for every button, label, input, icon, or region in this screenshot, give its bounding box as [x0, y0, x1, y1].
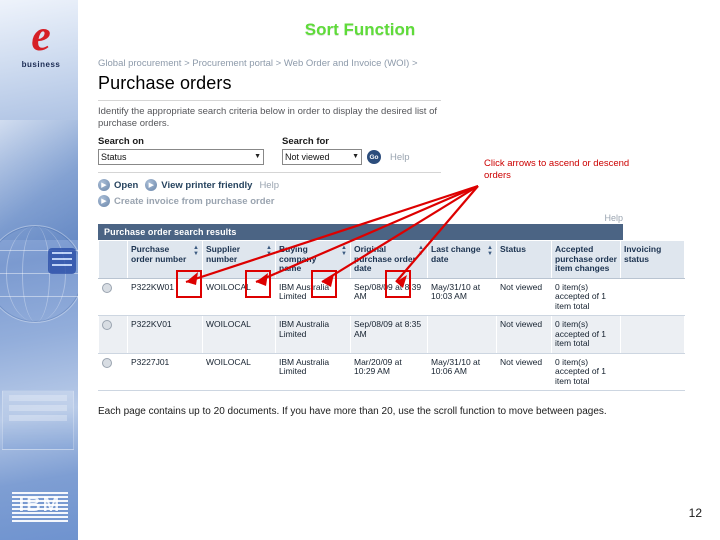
search-for-label: Search for [282, 136, 329, 147]
column-label: Status [500, 244, 526, 254]
open-action-label: Open [114, 179, 139, 191]
sort-arrows-original-date[interactable]: ▲ ▼ [418, 245, 424, 274]
search-for-select[interactable]: Not viewed ▼ [282, 149, 362, 165]
e-business-sublabel: business [21, 60, 61, 69]
intro-text: Identify the appropriate search criteria… [98, 106, 438, 129]
sort-descend-icon[interactable]: ▼ [341, 251, 347, 257]
sort-arrows-buying-company[interactable]: ▲ ▼ [341, 245, 347, 274]
search-on-select[interactable]: Status ▼ [98, 149, 264, 165]
search-for-group: Search for Not viewed ▼ Go Help [282, 136, 410, 165]
open-action[interactable]: ▶ Open [98, 179, 138, 191]
breadcrumb[interactable]: Global procurement > Procurement portal … [98, 58, 428, 69]
sort-arrows-last-change-date[interactable]: ▲ ▼ [487, 245, 493, 264]
cell-invoicing-status [620, 315, 685, 354]
create-invoice-action[interactable]: ▶ Create invoice from purchase order [98, 195, 275, 207]
table-row: P322KV01 WOILOCAL IBM Australia Limited … [98, 315, 685, 354]
search-for-value: Not viewed [285, 152, 330, 162]
cell-last-change-date: May/31/10 at 10:03 AM [427, 277, 497, 316]
column-header-accepted-changes: Accepted purchase order item changes [551, 240, 621, 279]
cell-status: Not viewed [496, 352, 552, 391]
sort-descend-icon[interactable]: ▼ [266, 251, 272, 257]
divider [98, 100, 441, 101]
cell-original-date: Sep/08/09 at 8:35 AM [350, 315, 428, 354]
sort-highlight-supplier-number [245, 270, 271, 298]
cell-invoicing-status [620, 352, 685, 391]
cell-last-change-date: May/31/10 at 10:06 AM [427, 352, 497, 391]
results-table-caption: Purchase order search results [98, 224, 623, 240]
secondary-action-bar: ▶ Create invoice from purchase order [98, 195, 638, 207]
cell-buying-company: IBM Australia Limited [275, 352, 351, 391]
cell-original-date: Mar/20/09 at 10:29 AM [350, 352, 428, 391]
cell-accepted-changes: 0 item(s) accepted of 1 item total [551, 352, 621, 391]
results-help-link[interactable]: Help [98, 213, 623, 223]
sort-highlight-original-date [385, 270, 411, 298]
globe-latitude-line [0, 296, 78, 297]
page-title: Purchase orders [98, 73, 232, 93]
column-label: Invoicing status [624, 244, 662, 264]
cell-last-change-date [427, 315, 497, 354]
search-help-link[interactable]: Help [390, 152, 410, 163]
row-select-cell[interactable] [98, 315, 128, 354]
row-radio-button[interactable] [102, 357, 112, 368]
sort-arrows-po-number[interactable]: ▲ ▼ [193, 245, 199, 264]
document-cursor-icon [48, 248, 76, 274]
arrow-right-icon: ▶ [145, 179, 158, 191]
ibm-logo: IBM [12, 492, 68, 522]
cell-po-number: P3227J01 [127, 352, 203, 391]
divider [98, 172, 441, 173]
column-label: Supplier number [206, 244, 241, 264]
cell-invoicing-status [620, 277, 685, 316]
cell-status: Not viewed [496, 315, 552, 354]
sort-highlight-po-number [176, 270, 202, 298]
arrow-right-icon: ▶ [98, 179, 110, 191]
actions-help-link[interactable]: Help [259, 180, 279, 191]
sort-arrows-supplier-number[interactable]: ▲ ▼ [266, 245, 272, 264]
results-table-wrapper: Purchase order search results Purchase o… [98, 224, 685, 391]
chevron-down-icon: ▼ [254, 153, 261, 160]
create-invoice-label: Create invoice from purchase order [114, 195, 275, 207]
column-header-select [98, 240, 128, 279]
row-radio-button[interactable] [102, 320, 112, 330]
view-printer-friendly-action[interactable]: ▶ View printer friendly [145, 179, 252, 191]
sort-descend-icon[interactable]: ▼ [487, 251, 493, 257]
sort-descend-icon[interactable]: ▼ [418, 251, 424, 257]
row-radio-button[interactable] [102, 282, 112, 293]
chevron-down-icon: ▼ [352, 153, 359, 160]
go-button[interactable]: Go [367, 150, 381, 164]
column-header-status: Status [496, 240, 552, 279]
column-label: Purchase order number [131, 244, 187, 264]
search-on-label: Search on [98, 136, 144, 147]
cell-supplier-number: WOILOCAL [202, 315, 276, 354]
search-on-value: Status [101, 152, 127, 162]
annotation-text: Click arrows to ascend or descend orders [484, 158, 630, 181]
column-label: Last change date [431, 244, 481, 264]
cell-buying-company: IBM Australia Limited [275, 315, 351, 354]
application-screenshot: Global procurement > Procurement portal … [98, 58, 685, 418]
column-header-invoicing-status: Invoicing status [620, 240, 685, 279]
slide-title: Sort Function [304, 20, 416, 39]
arrow-right-icon: ▶ [98, 195, 110, 207]
sidebar-photo-top [0, 120, 78, 240]
globe-graphic [0, 225, 78, 323]
cell-accepted-changes: 0 item(s) accepted of 1 item total [551, 277, 621, 316]
actions-help-label: Help [259, 179, 279, 191]
view-printer-friendly-label: View printer friendly [161, 179, 253, 191]
table-row: P3227J01 WOILOCAL IBM Australia Limited … [98, 352, 685, 391]
column-label: Accepted purchase order item changes [555, 244, 617, 273]
page-number: 12 [688, 506, 702, 520]
search-on-group: Search on Status ▼ [98, 136, 264, 165]
cell-po-number: P322KV01 [127, 315, 203, 354]
column-header-last-change-date[interactable]: Last change date ▲ ▼ [427, 240, 497, 279]
sort-highlight-buying-company [311, 270, 337, 298]
purchase-orders-table: Purchase order number ▲ ▼ Supplier numbe… [98, 240, 685, 391]
cell-supplier-number: WOILOCAL [202, 352, 276, 391]
cell-status: Not viewed [496, 277, 552, 316]
row-select-cell[interactable] [98, 352, 128, 391]
sidebar-photo-bottom [2, 390, 74, 450]
sort-descend-icon[interactable]: ▼ [193, 251, 199, 257]
cell-accepted-changes: 0 item(s) accepted of 1 item total [551, 315, 621, 354]
decorative-sidebar: e business IBM [0, 0, 78, 540]
row-select-cell[interactable] [98, 277, 128, 316]
slide-footnote: Each page contains up to 20 documents. I… [98, 406, 607, 417]
